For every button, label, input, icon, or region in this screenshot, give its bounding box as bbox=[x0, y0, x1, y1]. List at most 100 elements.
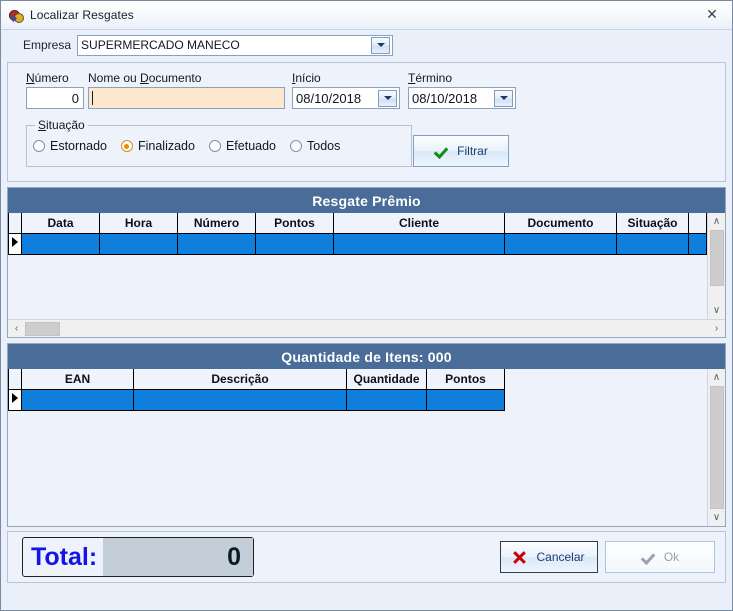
row-indicator-header bbox=[9, 213, 22, 234]
radio-icon bbox=[290, 140, 302, 152]
cell-quantidade[interactable] bbox=[347, 390, 427, 411]
termino-date-input[interactable]: 08/10/2018 bbox=[408, 87, 516, 109]
termino-value: 08/10/2018 bbox=[409, 91, 494, 106]
column-header-numero[interactable]: Número bbox=[178, 213, 256, 234]
cancelar-button[interactable]: Cancelar bbox=[500, 541, 598, 573]
radio-finalizado[interactable]: Finalizado bbox=[121, 139, 195, 153]
radio-icon bbox=[33, 140, 45, 152]
column-header-pontos[interactable]: Pontos bbox=[256, 213, 334, 234]
column-header-cliente[interactable]: Cliente bbox=[334, 213, 505, 234]
cell-extra[interactable] bbox=[689, 234, 707, 255]
scroll-down-icon[interactable]: ∨ bbox=[708, 302, 725, 319]
cell-situacao[interactable] bbox=[617, 234, 689, 255]
inicio-calendar-dropdown-icon[interactable] bbox=[378, 90, 397, 107]
resgate-grid-table-wrap: Data Hora Número Pontos Cliente Document… bbox=[8, 213, 707, 319]
close-icon[interactable]: ✕ bbox=[695, 3, 729, 26]
scroll-up-icon[interactable]: ∧ bbox=[708, 213, 725, 230]
scroll-down-icon[interactable]: ∨ bbox=[708, 509, 725, 526]
row-indicator bbox=[9, 390, 22, 411]
app-icon bbox=[8, 7, 24, 23]
inicio-value: 08/10/2018 bbox=[293, 91, 378, 106]
column-header-descricao[interactable]: Descrição bbox=[134, 369, 347, 390]
numero-label: Número bbox=[26, 71, 84, 85]
empresa-label: Empresa bbox=[23, 38, 71, 52]
radio-finalizado-label: Finalizado bbox=[138, 139, 195, 153]
column-header-documento[interactable]: Documento bbox=[505, 213, 617, 234]
scroll-up-icon[interactable]: ∧ bbox=[708, 369, 725, 386]
radio-todos[interactable]: Todos bbox=[290, 139, 340, 153]
cancelar-button-label: Cancelar bbox=[536, 550, 584, 564]
green-check-icon bbox=[434, 145, 447, 158]
cell-pontos[interactable] bbox=[256, 234, 334, 255]
column-header-hora[interactable]: Hora bbox=[100, 213, 178, 234]
radio-estornado[interactable]: Estornado bbox=[33, 139, 107, 153]
resgate-grid-table: Data Hora Número Pontos Cliente Document… bbox=[8, 213, 707, 255]
radio-icon bbox=[209, 140, 221, 152]
filtrar-button[interactable]: Filtrar bbox=[413, 135, 509, 167]
filtrar-button-label: Filtrar bbox=[457, 144, 488, 158]
column-header-pontos[interactable]: Pontos bbox=[427, 369, 505, 390]
radio-efetuado[interactable]: Efetuado bbox=[209, 139, 276, 153]
empresa-row: Empresa SUPERMERCADO MANECO bbox=[1, 30, 732, 60]
cell-filler bbox=[505, 390, 707, 411]
itens-grid-body: EAN Descrição Quantidade Pontos bbox=[8, 369, 725, 526]
resgate-grid-caption: Resgate Prêmio bbox=[8, 188, 725, 213]
situacao-group: Situação Estornado Finalizado Efetuado T… bbox=[26, 125, 412, 167]
cell-descricao[interactable] bbox=[134, 390, 347, 411]
numero-field-group: Número 0 bbox=[26, 71, 84, 109]
radio-selected-icon bbox=[121, 140, 133, 152]
scroll-left-icon[interactable]: ‹ bbox=[8, 320, 25, 337]
inicio-date-input[interactable]: 08/10/2018 bbox=[292, 87, 400, 109]
termino-field-group: Término 08/10/2018 bbox=[408, 71, 516, 109]
cell-pontos[interactable] bbox=[427, 390, 505, 411]
total-value: 0 bbox=[103, 538, 253, 576]
window-title: Localizar Resgates bbox=[30, 8, 134, 22]
nome-label: Nome ou Documento bbox=[88, 71, 285, 85]
itens-grid-vertical-scrollbar[interactable]: ∧ ∨ bbox=[707, 369, 725, 526]
situacao-radio-list: Estornado Finalizado Efetuado Todos bbox=[27, 126, 411, 166]
scroll-thumb-vertical[interactable] bbox=[710, 230, 724, 286]
numero-input[interactable]: 0 bbox=[26, 87, 84, 109]
itens-grid-table-wrap: EAN Descrição Quantidade Pontos bbox=[8, 369, 707, 526]
resgate-grid-horizontal-scrollbar[interactable]: ‹ › bbox=[8, 319, 725, 337]
ok-button[interactable]: Ok bbox=[605, 541, 715, 573]
row-indicator bbox=[9, 234, 22, 255]
filter-panel: Número 0 Nome ou Documento Início 08/10/… bbox=[7, 62, 726, 182]
cell-numero[interactable] bbox=[178, 234, 256, 255]
column-header-data[interactable]: Data bbox=[22, 213, 100, 234]
termino-calendar-dropdown-icon[interactable] bbox=[494, 90, 513, 107]
itens-grid-header-row: EAN Descrição Quantidade Pontos bbox=[9, 369, 707, 390]
red-x-icon bbox=[513, 551, 526, 564]
cell-data[interactable] bbox=[22, 234, 100, 255]
footer-buttons: Cancelar Ok bbox=[500, 541, 715, 573]
total-label: Total: bbox=[23, 538, 103, 576]
text-caret bbox=[92, 91, 93, 105]
table-row[interactable] bbox=[9, 234, 707, 255]
itens-grid-caption: Quantidade de Itens: 000 bbox=[8, 344, 725, 369]
gray-check-icon bbox=[641, 551, 654, 564]
inicio-field-group: Início 08/10/2018 bbox=[292, 71, 400, 109]
ok-button-label: Ok bbox=[664, 550, 679, 564]
resgate-grid-panel: Resgate Prêmio Data Hora Número Pont bbox=[7, 187, 726, 338]
numero-value: 0 bbox=[72, 91, 79, 106]
cell-cliente[interactable] bbox=[334, 234, 505, 255]
empresa-combobox[interactable]: SUPERMERCADO MANECO bbox=[77, 35, 393, 56]
nome-field-group: Nome ou Documento bbox=[88, 71, 285, 109]
row-indicator-header bbox=[9, 369, 22, 390]
cell-hora[interactable] bbox=[100, 234, 178, 255]
scroll-thumb-horizontal[interactable] bbox=[25, 322, 60, 336]
chevron-down-icon[interactable] bbox=[371, 37, 390, 54]
column-header-situacao[interactable]: Situação bbox=[617, 213, 689, 234]
radio-estornado-label: Estornado bbox=[50, 139, 107, 153]
scroll-thumb-vertical[interactable] bbox=[710, 386, 724, 509]
table-row[interactable] bbox=[9, 390, 707, 411]
column-header-ean[interactable]: EAN bbox=[22, 369, 134, 390]
column-header-quantidade[interactable]: Quantidade bbox=[347, 369, 427, 390]
cell-documento[interactable] bbox=[505, 234, 617, 255]
cell-ean[interactable] bbox=[22, 390, 134, 411]
nome-documento-input[interactable] bbox=[88, 87, 285, 109]
column-header-extra[interactable] bbox=[689, 213, 707, 234]
scroll-right-icon[interactable]: › bbox=[708, 320, 725, 337]
itens-grid-table: EAN Descrição Quantidade Pontos bbox=[8, 369, 707, 411]
resgate-grid-vertical-scrollbar[interactable]: ∧ ∨ bbox=[707, 213, 725, 319]
